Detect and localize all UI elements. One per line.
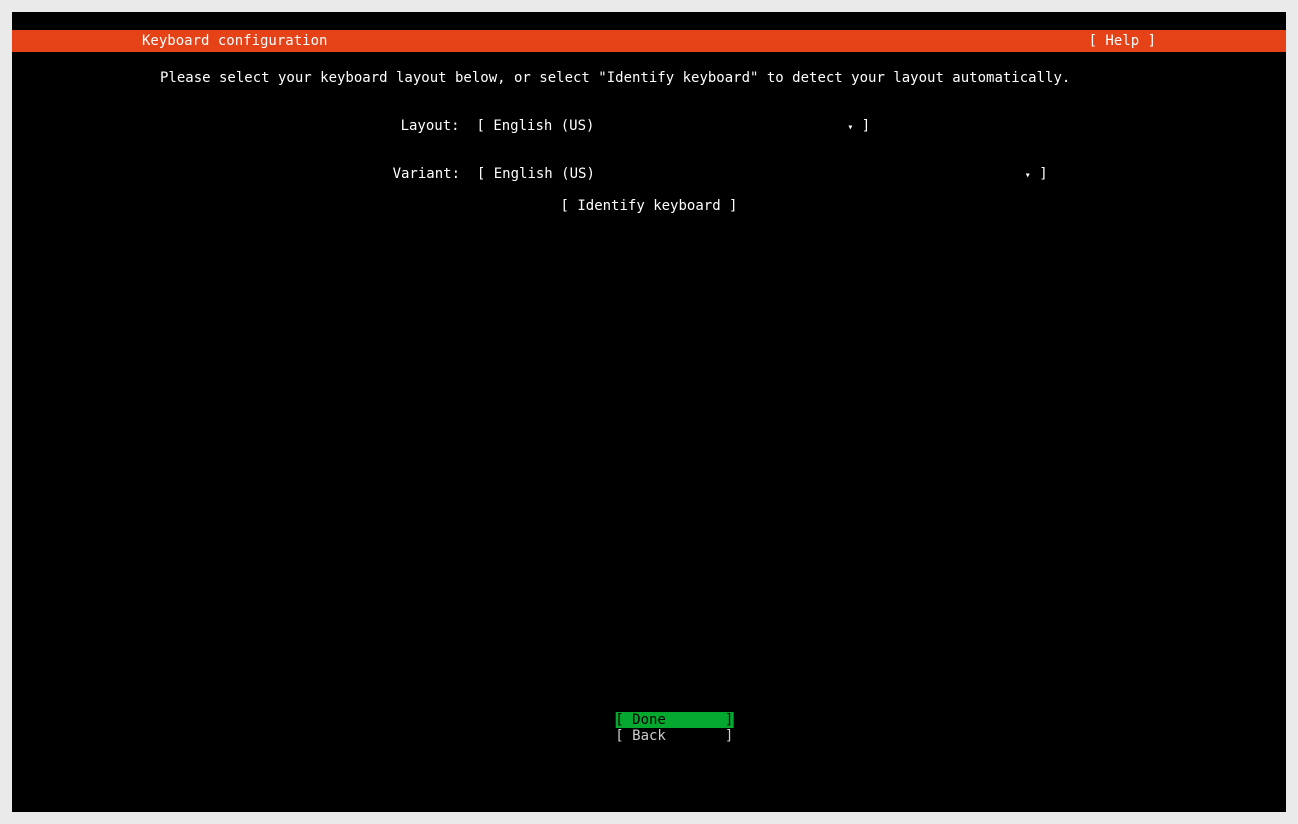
instruction-text: Please select your keyboard layout below… (160, 70, 1070, 86)
variant-value: English (US) (494, 166, 595, 182)
identify-keyboard-button[interactable]: [ Identify keyboard ] (12, 198, 1286, 214)
bracket-open: [ (477, 166, 494, 182)
back-button-label: [ Back ] (615, 728, 733, 744)
layout-value: English (US) (493, 118, 594, 134)
top-black-bar (12, 12, 1286, 30)
layout-row: Layout: [ English (US) ▾ ] (350, 102, 870, 152)
bracket-close: ] (853, 118, 870, 134)
header-bar: Keyboard configuration [ Help ] (12, 30, 1286, 52)
page-title: Keyboard configuration (142, 33, 327, 49)
variant-row: Variant: [ English (US) ▾ ] (342, 150, 1048, 200)
installer-window: Keyboard configuration [ Help ] Please s… (12, 12, 1286, 812)
body-area: Please select your keyboard layout below… (12, 52, 1286, 774)
back-button[interactable]: [ Back ] (565, 712, 734, 760)
variant-select[interactable]: [ English (US) ▾ ] (477, 166, 1048, 182)
layout-label: Layout: (401, 118, 460, 134)
bracket-open: [ (476, 118, 493, 134)
variant-label: Variant: (393, 166, 460, 182)
bracket-close: ] (1031, 166, 1048, 182)
help-button[interactable]: [ Help ] (1089, 33, 1156, 49)
layout-select[interactable]: [ English (US) ▾ ] (476, 118, 870, 134)
